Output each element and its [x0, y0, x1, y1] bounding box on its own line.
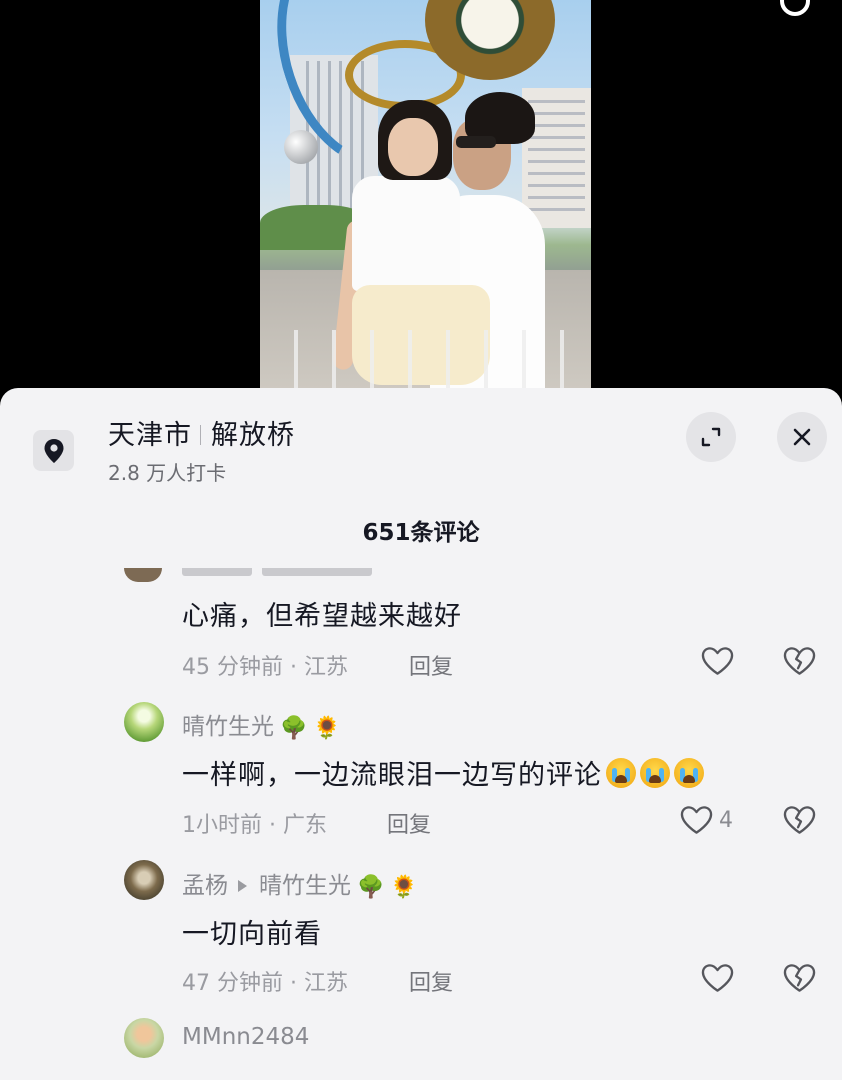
comment-username[interactable]: 晴竹生光 🌳 🌻: [182, 707, 341, 741]
username-text: 孟杨: [182, 873, 228, 899]
video-man-sunglasses: [456, 136, 496, 148]
heart-outline-icon: [701, 964, 734, 992]
reply-to-username: 晴竹生光: [259, 873, 351, 899]
comment-text: 一样啊，一边流眼泪一边写的评论: [182, 753, 704, 792]
heart-outline-icon: [701, 647, 734, 675]
location-pin-badge[interactable]: [33, 430, 74, 471]
video-girl-face: [388, 118, 438, 176]
expand-button[interactable]: [686, 412, 736, 462]
sunflower-emoji-icon: 🌻: [390, 875, 418, 900]
location-divider: [200, 425, 201, 445]
location-checkins: 2.8 万人打卡: [108, 461, 227, 485]
close-icon: [793, 428, 811, 446]
video-railing: [260, 330, 591, 395]
location-title[interactable]: 天津市 解放桥: [108, 413, 295, 452]
reply-button[interactable]: 回复: [387, 807, 431, 839]
avatar[interactable]: [124, 1018, 164, 1058]
video-frame: [260, 0, 591, 395]
loudly-crying-face-icon: [674, 758, 704, 788]
broken-heart-icon: [783, 647, 816, 675]
loudly-crying-face-icon: [606, 758, 636, 788]
map-pin-icon: [44, 438, 63, 463]
dislike-button[interactable]: [783, 963, 816, 997]
avatar[interactable]: [124, 860, 164, 900]
username-text: 晴竹生光: [182, 714, 274, 740]
tree-emoji-icon: 🌳: [357, 875, 385, 900]
video-player[interactable]: [0, 0, 842, 395]
video-girl-body: [352, 176, 460, 291]
comment-username[interactable]: 孟杨 晴竹生光 🌳 🌻: [182, 866, 418, 900]
sunflower-emoji-icon: 🌻: [313, 716, 341, 741]
location-place: 解放桥: [211, 420, 295, 451]
like-count: 4: [719, 807, 733, 833]
tree-emoji-icon: 🌳: [280, 716, 308, 741]
search-icon[interactable]: [780, 0, 810, 16]
reply-button[interactable]: 回复: [409, 649, 453, 681]
like-button[interactable]: [701, 963, 734, 993]
comment-username[interactable]: MMnn2484: [182, 1024, 309, 1050]
comment-meta: 47 分钟前 · 江苏: [182, 971, 348, 996]
heart-outline-icon: [680, 806, 713, 834]
comment-meta: 1小时前 · 广东: [182, 813, 327, 838]
dislike-button[interactable]: [783, 646, 816, 680]
comment-count-title: 651条评论: [362, 520, 480, 546]
comment-meta: 45 分钟前 · 江苏: [182, 655, 348, 680]
avatar[interactable]: [124, 702, 164, 742]
video-ornament-ball: [284, 130, 318, 164]
like-button[interactable]: [701, 646, 734, 676]
expand-icon: [701, 427, 721, 447]
comment-text: 一切向前看: [182, 919, 322, 950]
like-button[interactable]: 4: [680, 805, 733, 835]
comment-text: 心痛，但希望越来越好: [182, 601, 462, 632]
loudly-crying-face-icon: [640, 758, 670, 788]
reply-arrow-icon: [238, 879, 247, 892]
broken-heart-icon: [783, 964, 816, 992]
dislike-button[interactable]: [783, 805, 816, 839]
reply-button[interactable]: 回复: [409, 965, 453, 997]
broken-heart-icon: [783, 806, 816, 834]
comment-username-clipped: [182, 568, 382, 578]
close-button[interactable]: [777, 412, 827, 462]
comment-text-content: 一样啊，一边流眼泪一边写的评论: [182, 760, 602, 791]
location-city: 天津市: [108, 420, 192, 451]
